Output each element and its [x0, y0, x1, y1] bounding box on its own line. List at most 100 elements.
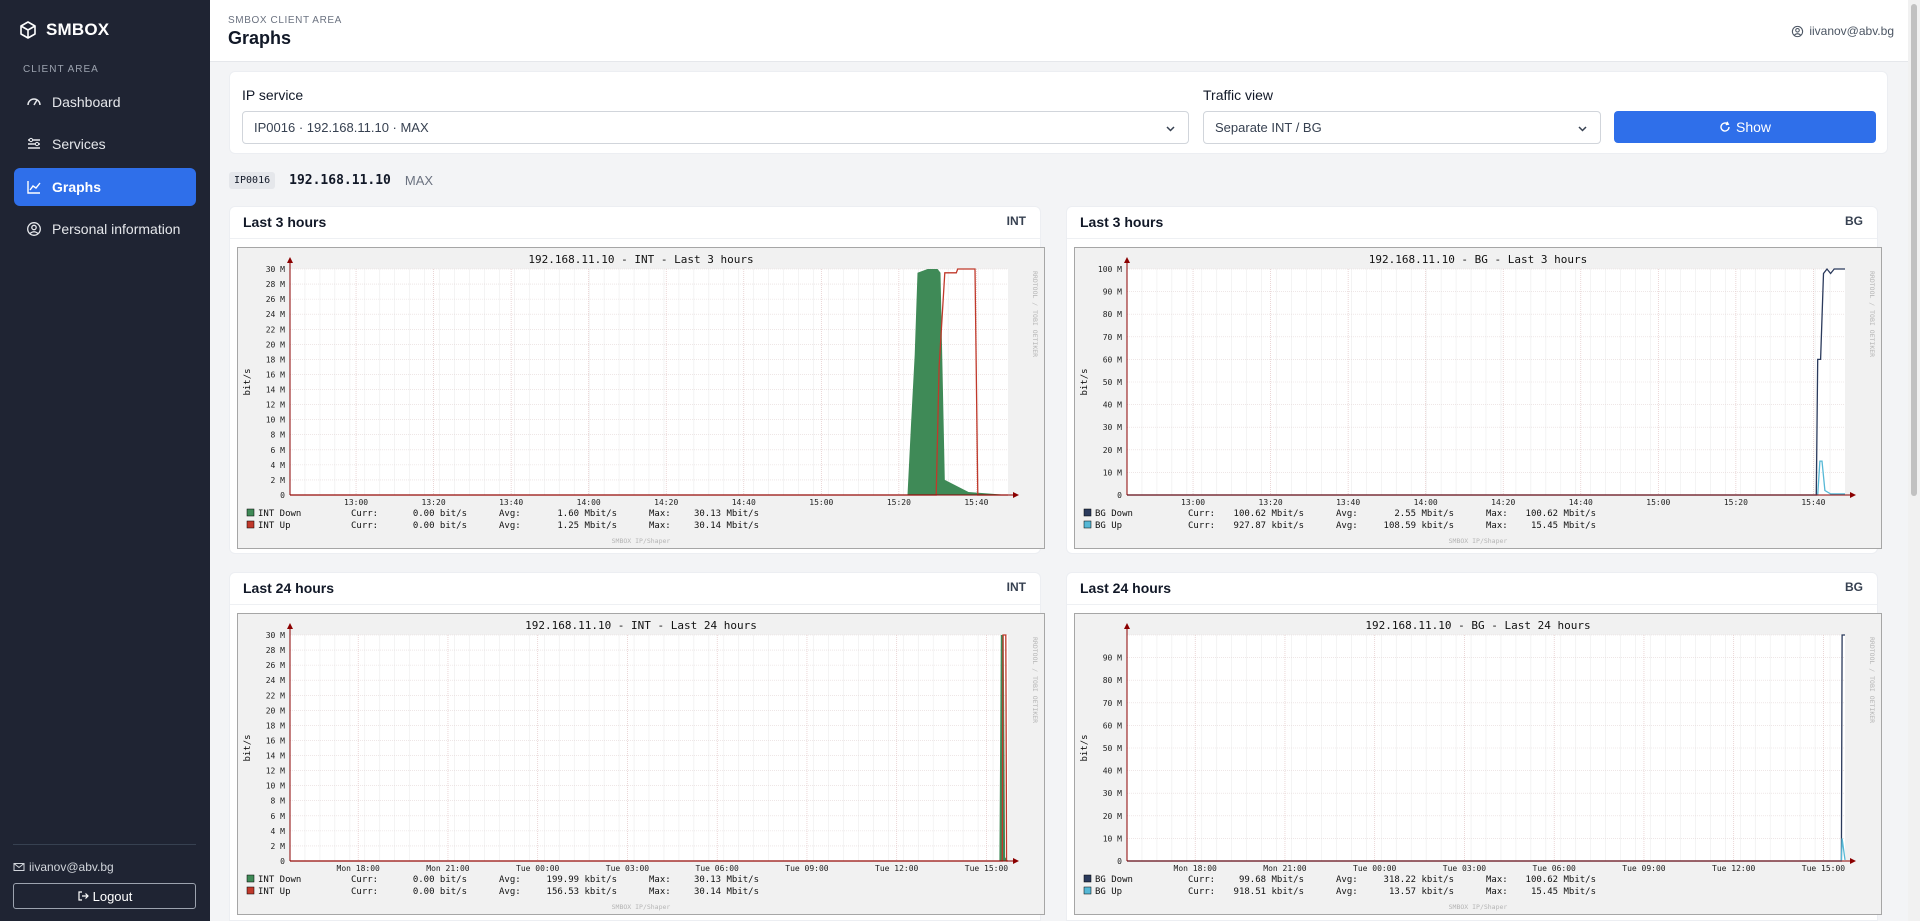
- x-tick-label: 15:40: [964, 498, 988, 507]
- legend-curr-value: 0.00 bit/s: [413, 509, 467, 519]
- legend-curr-label: Curr:: [351, 509, 378, 519]
- legend-max-label: Max:: [1486, 521, 1508, 531]
- x-tick-label: 13:40: [1336, 498, 1360, 507]
- y-tick-label: 80 M: [1103, 676, 1122, 685]
- sidebar-item-personal-information[interactable]: Personal information: [14, 210, 196, 248]
- user-menu[interactable]: iivanov@abv.bg: [1791, 24, 1894, 38]
- y-tick-label: 8 M: [271, 797, 286, 806]
- sidebar-item-label: Dashboard: [52, 94, 121, 110]
- legend-avg-label: Avg:: [1336, 509, 1358, 519]
- page-title: Graphs: [228, 28, 292, 48]
- legend-avg-value: 318.22 kbit/s: [1384, 875, 1454, 885]
- legend-swatch: [246, 520, 255, 529]
- y-tick-label: 0: [280, 491, 285, 500]
- legend-max-value: 100.62 Mbit/s: [1526, 509, 1596, 519]
- legend-avg-value: 199.99 kbit/s: [547, 875, 617, 885]
- legend-name: INT Up: [258, 521, 291, 531]
- x-tick-label: 13:40: [499, 498, 523, 507]
- chart-line-icon: [27, 181, 41, 194]
- legend-max-value: 30.14 Mbit/s: [694, 887, 759, 897]
- y-tick-label: 28 M: [266, 280, 285, 289]
- y-tick-label: 10 M: [1103, 834, 1122, 843]
- y-tick-label: 28 M: [266, 646, 285, 655]
- y-tick-label: 40 M: [1103, 767, 1122, 776]
- card-title: Last 3 hours: [243, 214, 327, 230]
- x-tick-label: 13:20: [422, 498, 446, 507]
- traffic-graph: 30 M 28 M 26 M 24 M 22 M 20 M 18 M 16 M 14 M 12 M…: [237, 613, 1045, 915]
- logout-label: Logout: [92, 888, 133, 904]
- ip-service-value: IP0016 · 192.168.11.10 · MAX: [254, 120, 429, 135]
- x-tick-label: Tue 09:00: [785, 864, 829, 873]
- graph-title: 192.168.11.10 - INT - Last 3 hours: [528, 253, 753, 266]
- x-tick-label: 15:00: [809, 498, 833, 507]
- y-tick-label: 40 M: [1103, 401, 1122, 410]
- x-tick-label: Tue 06:00: [696, 864, 740, 873]
- traffic-graph: 30 M 28 M 26 M 24 M 22 M 20 M 18 M 16 M 14 M 12 M…: [237, 247, 1045, 549]
- brand-logo[interactable]: SMBOX: [18, 20, 109, 40]
- legend-avg-label: Avg:: [1336, 875, 1358, 885]
- legend-swatch: [1083, 886, 1092, 895]
- graph-canvas: 30 M 28 M 26 M 24 M 22 M 20 M 18 M 16 M 14 M 12 M…: [237, 613, 1045, 915]
- card-tag: INT: [1006, 580, 1026, 594]
- x-tick-label: 15:40: [1801, 498, 1825, 507]
- card-header: Last 3 hours INT: [230, 207, 1040, 239]
- x-tick-label: 13:00: [344, 498, 368, 507]
- graph-card-int-3h: Last 3 hours INT 30 M 28 M 26 M 24 M 22 M 20 …: [229, 206, 1045, 554]
- service-ip: 192.168.11.10: [289, 172, 391, 188]
- x-tick-label: Tue 00:00: [1353, 864, 1397, 873]
- y-tick-label: 26 M: [266, 661, 285, 670]
- y-tick-label: 6 M: [271, 812, 286, 821]
- legend-curr-label: Curr:: [1188, 509, 1215, 519]
- ip-service-select[interactable]: IP0016 · 192.168.11.10 · MAX: [242, 111, 1189, 144]
- y-tick-label: 50 M: [1103, 744, 1122, 753]
- y-tick-label: 18 M: [266, 721, 285, 730]
- legend-avg-value: 1.60 Mbit/s: [557, 509, 617, 519]
- legend-avg-value: 108.59 kbit/s: [1384, 521, 1454, 531]
- y-tick-label: 20 M: [1103, 446, 1122, 455]
- card-title: Last 24 hours: [1080, 580, 1172, 596]
- y-tick-label: 10 M: [266, 416, 285, 425]
- page-scrollbar[interactable]: [1908, 0, 1920, 921]
- card-tag: BG: [1845, 214, 1863, 228]
- envelope-icon: [13, 863, 25, 871]
- sidebar-item-dashboard[interactable]: Dashboard: [14, 83, 196, 121]
- legend-max-label: Max:: [649, 521, 671, 531]
- legend-max-label: Max:: [1486, 875, 1508, 885]
- y-tick-label: 70 M: [1103, 333, 1122, 342]
- scrollbar-thumb[interactable]: [1911, 4, 1917, 496]
- y-axis-label: bit/s: [1080, 734, 1090, 761]
- x-tick-label: Mon 18:00: [337, 864, 381, 873]
- x-tick-label: Mon 18:00: [1174, 864, 1218, 873]
- y-tick-label: 0: [1117, 491, 1122, 500]
- chevron-down-icon: [1166, 126, 1175, 132]
- traffic-view-select[interactable]: Separate INT / BG: [1203, 111, 1601, 144]
- legend-name: INT Down: [258, 509, 301, 519]
- rrdtool-credit: RRDTOOL / TOBI OETIKER: [1868, 271, 1876, 357]
- x-tick-label: Tue 09:00: [1622, 864, 1666, 873]
- breadcrumb: SMBOX CLIENT AREA: [228, 15, 342, 26]
- legend-avg-label: Avg:: [499, 521, 521, 531]
- x-tick-label: Mon 21:00: [426, 864, 470, 873]
- sidebar-item-graphs[interactable]: Graphs: [14, 168, 196, 206]
- legend-curr-label: Curr:: [1188, 875, 1215, 885]
- y-tick-label: 90 M: [1103, 288, 1122, 297]
- x-tick-label: 14:40: [732, 498, 756, 507]
- show-button[interactable]: Show: [1614, 111, 1876, 143]
- y-tick-label: 16 M: [266, 736, 285, 745]
- logout-button[interactable]: Logout: [13, 883, 196, 909]
- sidebar-item-services[interactable]: Services: [14, 125, 196, 163]
- legend-curr-value: 918.51 kbit/s: [1234, 887, 1304, 897]
- y-axis-label: bit/s: [243, 734, 253, 761]
- y-tick-label: 22 M: [266, 691, 285, 700]
- y-tick-label: 0: [1117, 857, 1122, 866]
- y-tick-label: 100 M: [1098, 265, 1122, 274]
- sidebar-email-text: iivanov@abv.bg: [29, 860, 114, 874]
- legend-max-value: 15.45 Mbit/s: [1531, 887, 1596, 897]
- legend-max-value: 30.14 Mbit/s: [694, 521, 759, 531]
- legend-name: BG Down: [1095, 875, 1133, 885]
- y-tick-label: 12 M: [266, 767, 285, 776]
- card-header: Last 24 hours INT: [230, 573, 1040, 605]
- legend-swatch: [1083, 874, 1092, 883]
- legend-curr-value: 0.00 bit/s: [413, 521, 467, 531]
- legend-avg-value: 2.55 Mbit/s: [1394, 509, 1454, 519]
